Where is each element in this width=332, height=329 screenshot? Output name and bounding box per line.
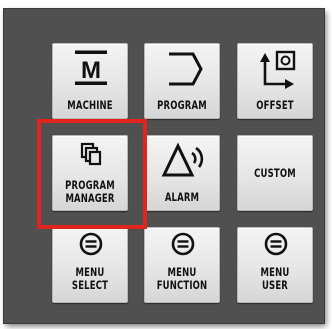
menu-function-key[interactable]: MENU FUNCTION (144, 227, 220, 303)
alarm-icon (161, 142, 204, 177)
program-key[interactable]: PROGRAM (144, 43, 220, 119)
menu-user-key[interactable]: MENU USER (237, 227, 313, 303)
program-manager-key[interactable]: PROGRAM MANAGER (52, 135, 128, 211)
custom-key[interactable]: CUSTOM (237, 135, 313, 211)
program-manager-icon (80, 142, 102, 166)
alarm-label: ALARM (164, 190, 200, 204)
alarm-key[interactable]: ALARM (144, 135, 220, 211)
offset-icon (260, 50, 296, 89)
machine-key[interactable]: M MACHINE (52, 43, 128, 119)
machine-label: MACHINE (67, 98, 113, 112)
menu-select-key[interactable]: MENU SELECT (52, 227, 128, 303)
offset-label: OFFSET (256, 98, 294, 112)
svg-text:M: M (81, 57, 101, 84)
offset-key[interactable]: OFFSET (237, 43, 313, 119)
custom-label: CUSTOM (254, 166, 296, 180)
menu-user-label-line2: USER (261, 278, 288, 292)
menu-icon (264, 232, 288, 256)
menu-function-label-line2: FUNCTION (156, 278, 208, 292)
program-icon (169, 52, 203, 86)
menu-select-label-line2: SELECT (71, 278, 109, 292)
menu-icon (79, 232, 103, 256)
menu-icon (171, 232, 195, 256)
program-manager-label-line2: MANAGER (65, 191, 115, 205)
program-label: PROGRAM (157, 98, 207, 112)
machine-icon: M (75, 50, 107, 85)
